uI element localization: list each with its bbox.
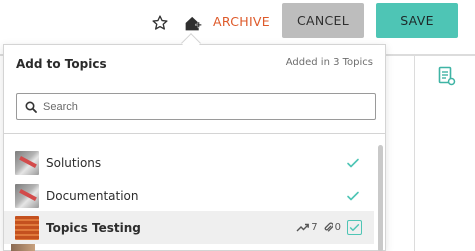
trend-count: 7 <box>311 222 318 233</box>
topic-label: Solutions <box>46 155 102 170</box>
document-settings-icon[interactable] <box>438 66 458 88</box>
content-divider <box>414 56 415 251</box>
topic-label: Documentation <box>46 188 139 203</box>
trend-stat: 7 <box>296 222 318 233</box>
star-outline-icon[interactable] <box>150 13 170 33</box>
topic-item-topics-testing[interactable]: Topics Testing 7 0 <box>4 211 374 244</box>
save-button[interactable]: SAVE <box>376 3 458 38</box>
archive-button[interactable]: ARCHIVE <box>213 14 270 29</box>
topic-thumbnail-partial <box>11 244 35 251</box>
search-input[interactable] <box>43 100 363 113</box>
search-icon <box>25 100 37 113</box>
topic-thumbnail <box>15 183 39 208</box>
trend-up-icon <box>296 223 310 232</box>
topic-label: Topics Testing <box>46 220 141 235</box>
home-plus-icon[interactable] <box>183 13 203 33</box>
scrollbar[interactable] <box>378 145 383 251</box>
added-count-status: Added in 3 Topics <box>285 57 373 68</box>
attachment-stat: 0 <box>324 222 341 233</box>
add-to-topics-popup: Add to Topics Added in 3 Topics Solution… <box>3 44 386 251</box>
topic-item-solutions[interactable]: Solutions <box>4 146 374 179</box>
topic-item-documentation[interactable]: Documentation <box>4 179 374 212</box>
topic-thumbnail <box>15 215 39 240</box>
paperclip-icon <box>324 222 333 232</box>
popup-title: Add to Topics <box>16 57 107 71</box>
popup-divider <box>4 133 385 134</box>
topic-checkbox[interactable] <box>347 220 362 235</box>
attachment-count: 0 <box>334 222 341 233</box>
check-icon <box>347 158 359 167</box>
search-field[interactable] <box>16 93 376 120</box>
topic-thumbnail <box>15 150 39 175</box>
check-icon <box>349 224 360 231</box>
cancel-button[interactable]: CANCEL <box>282 3 364 38</box>
check-icon <box>347 191 359 200</box>
